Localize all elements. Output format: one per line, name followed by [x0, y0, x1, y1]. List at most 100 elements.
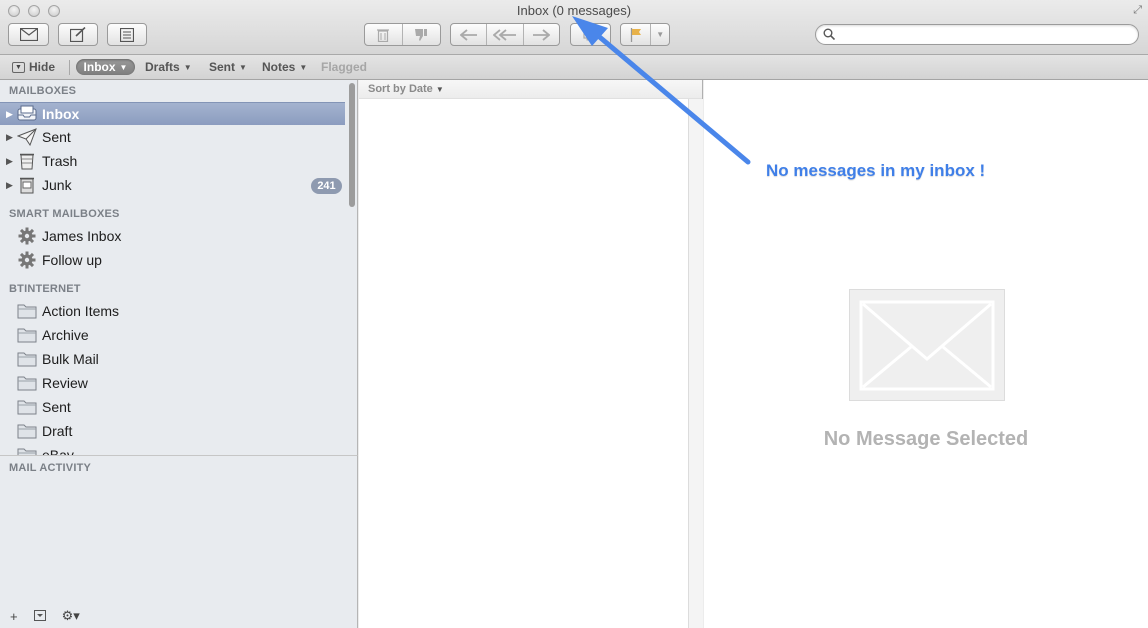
- sidebar-item-junk[interactable]: ▶ Junk 241: [0, 174, 345, 197]
- sidebar-item-label: Review: [42, 375, 88, 391]
- folder-icon: [17, 422, 37, 440]
- chevron-down-icon: ▼: [435, 85, 444, 94]
- gear-icon: [18, 227, 36, 245]
- sidebar-item-trash[interactable]: ▶ Trash: [0, 150, 345, 173]
- junk-button[interactable]: [403, 24, 441, 45]
- account-heading: BTINTERNET: [9, 283, 81, 295]
- flag-group: ▼: [620, 23, 670, 46]
- sidebar-item-james-inbox[interactable]: James Inbox: [0, 225, 345, 248]
- sidebar-item-folder[interactable]: Review: [0, 372, 345, 395]
- envelope-icon: [19, 28, 38, 41]
- chevron-down-icon: ▼: [119, 62, 128, 72]
- reply-all-icon: [492, 28, 516, 41]
- sidebar-item-folder[interactable]: Bulk Mail: [0, 348, 345, 371]
- chevron-down-icon: ▼: [239, 62, 247, 72]
- inbox-tray-icon: [17, 105, 37, 121]
- message-list: Sort by Date ▼: [359, 80, 703, 628]
- gear-icon: [18, 251, 36, 269]
- no-message-selected-text: No Message Selected: [823, 428, 1029, 450]
- sidebar-item-folder[interactable]: Sent: [0, 396, 345, 419]
- sort-label: Sort by Date: [368, 83, 433, 95]
- hide-mailbox-list-button[interactable]: ▼ Hide: [12, 60, 55, 74]
- compose-button[interactable]: [58, 23, 98, 46]
- favorite-drafts[interactable]: Drafts ▼: [145, 60, 192, 74]
- sidebar-item-label: Archive: [42, 327, 89, 343]
- action-gear-icon[interactable]: ⚙▾: [62, 608, 80, 624]
- disclosure-triangle-icon[interactable]: ▶: [6, 180, 13, 191]
- trash-can-icon: [20, 153, 34, 170]
- sidebar-item-label: James Inbox: [42, 228, 122, 244]
- reply-icon: [459, 28, 477, 41]
- junk-bin-icon: [20, 177, 34, 194]
- disclosure-triangle-icon[interactable]: ▶: [6, 156, 13, 167]
- delete-button[interactable]: [365, 24, 403, 45]
- sidebar-item-label: Sent: [42, 129, 71, 145]
- favorite-notes[interactable]: Notes ▼: [262, 60, 307, 74]
- compose-icon: [70, 27, 86, 42]
- favorite-flagged-label: Flagged: [321, 60, 368, 74]
- sidebar-item-folder[interactable]: eBay: [0, 444, 345, 455]
- mailboxes-heading: MAILBOXES: [9, 85, 77, 97]
- mailbox-sidebar: MAILBOXES ▶ Inbox ▶ Sent ▶ Trash ▶ Junk …: [0, 80, 358, 455]
- folder-icon: [17, 374, 37, 392]
- paper-plane-icon: [17, 128, 37, 146]
- smart-mailboxes-heading: SMART MAILBOXES: [9, 208, 120, 220]
- message-list-scrollbar[interactable]: [689, 99, 703, 628]
- search-input[interactable]: [838, 26, 1128, 43]
- forward-button[interactable]: [524, 24, 559, 45]
- folder-icon: [17, 398, 37, 416]
- hide-label: Hide: [29, 60, 56, 74]
- sidebar-item-folder[interactable]: Archive: [0, 324, 345, 347]
- flag-button[interactable]: [621, 24, 652, 45]
- sidebar-item-follow-up[interactable]: Follow up: [0, 249, 345, 272]
- mail-activity-heading: MAIL ACTIVITY: [9, 462, 92, 474]
- forward-icon: [533, 28, 551, 41]
- favorite-inbox-label: Inbox: [83, 60, 116, 74]
- window-toolbar: Inbox (0 messages) ⤢ ▼: [0, 0, 1148, 55]
- favorite-sent[interactable]: Sent ▼: [209, 60, 247, 74]
- sidebar-item-label: eBay: [42, 447, 74, 455]
- add-mailbox-icon[interactable]: +: [10, 609, 18, 624]
- sidebar-item-label: Draft: [42, 423, 73, 439]
- sidebar-item-label: Inbox: [42, 106, 80, 122]
- folder-icon: [17, 302, 37, 320]
- trash-icon: [377, 28, 390, 42]
- disclosure-triangle-icon[interactable]: ▶: [6, 132, 13, 143]
- reply-group: [450, 23, 560, 46]
- sidebar-item-inbox[interactable]: ▶ Inbox: [0, 102, 345, 125]
- disclosure-triangle-icon[interactable]: ▶: [6, 109, 13, 120]
- favorites-bar: ▼ Hide Inbox ▼ Drafts ▼ Sent ▼ Notes ▼ F…: [0, 55, 1148, 80]
- sidebar-item-label: Bulk Mail: [42, 351, 99, 367]
- note-icon: [120, 27, 134, 42]
- folder-icon: [17, 326, 37, 344]
- hide-icon: ▼: [12, 61, 25, 73]
- reply-button[interactable]: [451, 24, 488, 45]
- search-field[interactable]: [815, 24, 1139, 45]
- sidebar-item-folder[interactable]: Action Items: [0, 300, 345, 323]
- sidebar-item-folder[interactable]: Draft: [0, 420, 345, 443]
- sort-by-date-button[interactable]: Sort by Date ▼: [359, 80, 702, 99]
- get-mail-button[interactable]: [8, 23, 49, 46]
- scrollbar-thumb[interactable]: [349, 83, 355, 207]
- sidebar-item-label: Trash: [42, 153, 78, 169]
- favorite-inbox[interactable]: Inbox ▼: [76, 59, 135, 75]
- printer-icon: [582, 28, 599, 41]
- fullscreen-icon[interactable]: ⤢: [1133, 4, 1142, 17]
- chevron-down-icon: ▼: [183, 62, 192, 72]
- show-activity-icon[interactable]: [33, 609, 46, 624]
- favorite-flagged[interactable]: Flagged: [321, 60, 367, 74]
- search-icon: [823, 28, 835, 40]
- mail-activity-pane: MAIL ACTIVITY + ⚙▾: [0, 455, 358, 628]
- sidebar-scrollbar[interactable]: [346, 80, 357, 455]
- sidebar-item-label: Junk: [42, 177, 72, 193]
- chevron-down-icon: ▼: [656, 30, 665, 39]
- flag-menu-button[interactable]: ▼: [651, 24, 669, 45]
- large-envelope-icon: [849, 289, 1005, 406]
- reply-all-button[interactable]: [487, 24, 524, 45]
- favorites-divider: [69, 60, 70, 75]
- sidebar-item-sent[interactable]: ▶ Sent: [0, 126, 345, 149]
- sidebar-item-label: Action Items: [42, 303, 120, 319]
- new-note-button[interactable]: [107, 23, 147, 46]
- print-button[interactable]: [570, 23, 611, 46]
- folder-icon: [17, 350, 37, 368]
